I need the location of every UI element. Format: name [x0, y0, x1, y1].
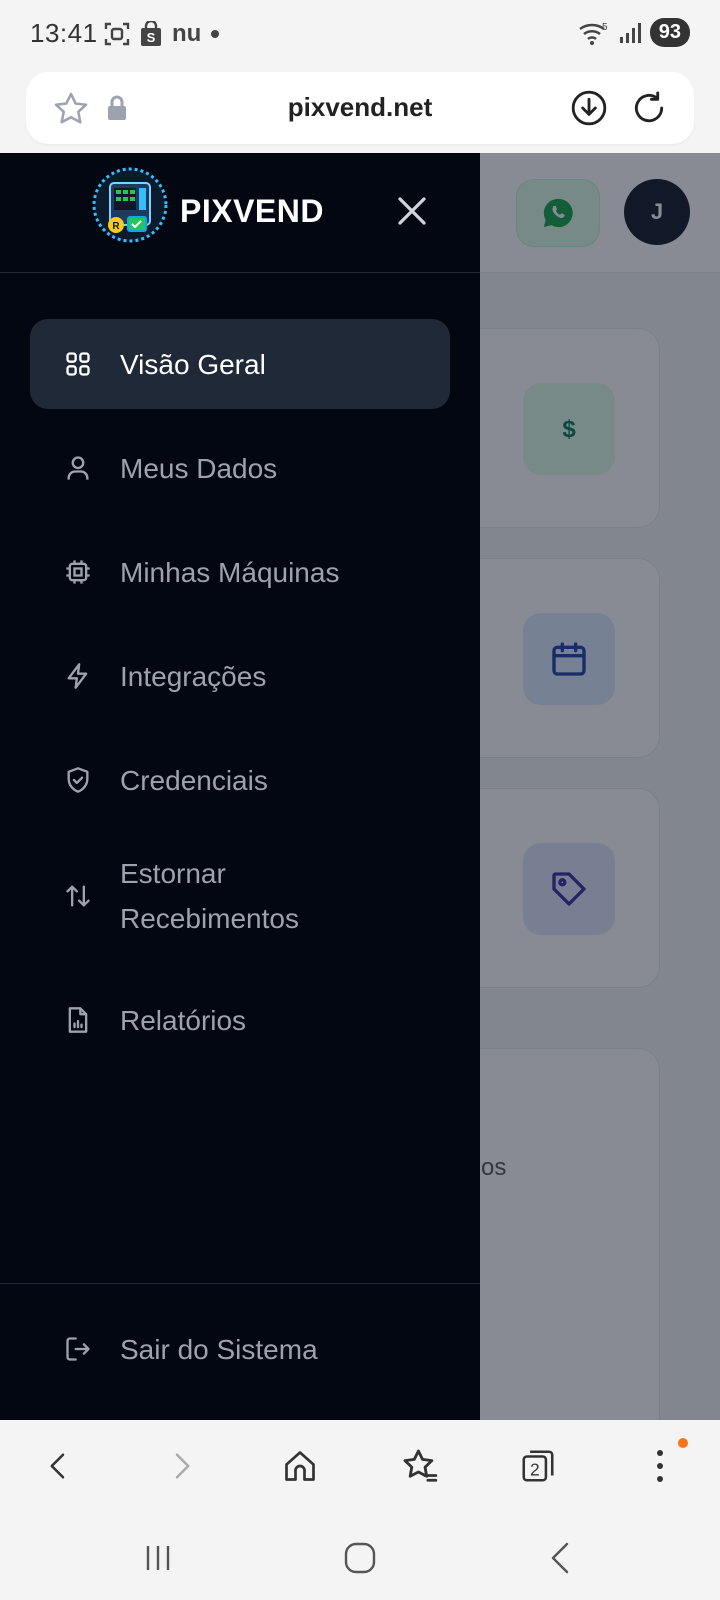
nav-label: Relatórios	[120, 1004, 247, 1036]
notification-badge	[678, 1438, 688, 1448]
status-icons-left: S nu	[104, 20, 220, 48]
logout-label: Sair do Sistema	[120, 1333, 318, 1365]
grid-icon	[64, 350, 92, 378]
notification-dot-icon	[211, 30, 220, 38]
nav-label: Credenciais	[120, 764, 268, 796]
wifi-label: 5	[602, 22, 608, 33]
recent-apps-icon[interactable]	[138, 1538, 178, 1578]
home-icon[interactable]	[278, 1444, 322, 1488]
nav-item-credenciais[interactable]: Credenciais	[30, 735, 450, 825]
user-icon	[64, 454, 92, 482]
nav-item-estornar-recebimentos[interactable]: Estornar Recebimentos	[30, 839, 450, 953]
nav-label: Integrações	[120, 660, 267, 692]
wifi-icon: 5	[579, 22, 608, 45]
cpu-icon	[64, 558, 92, 586]
nav-drawer: R PIXVEND Visão Geral Meus Dados Minhas …	[0, 153, 480, 1420]
download-icon[interactable]	[570, 89, 608, 127]
brand-name: PIXVEND	[180, 193, 324, 229]
logout-icon	[64, 1335, 92, 1363]
drawer-footer: Sair do Sistema	[0, 1283, 480, 1420]
system-navigation	[0, 1510, 720, 1600]
status-icons-right: 5 93	[578, 18, 690, 47]
logout-button[interactable]: Sair do Sistema	[30, 1304, 450, 1394]
status-bar: 13:41 S nu 5 93	[0, 0, 720, 66]
bookmarks-icon[interactable]	[398, 1444, 442, 1488]
battery-indicator: 93	[649, 18, 690, 47]
screenshot-icon	[104, 22, 130, 46]
browser-toolbar: 2	[0, 1420, 720, 1510]
lightning-icon	[64, 662, 92, 690]
nubank-icon: nu	[172, 20, 202, 47]
status-time: 13:41	[30, 18, 98, 48]
nav-label: Meus Dados	[120, 452, 278, 484]
tab-count: 2	[530, 1460, 540, 1480]
reload-icon[interactable]	[630, 89, 668, 127]
nav-item-integracoes[interactable]: Integrações	[30, 631, 450, 721]
nav-item-relatorios[interactable]: Relatórios	[30, 975, 450, 1065]
nav-item-meus-dados[interactable]: Meus Dados	[30, 423, 450, 513]
nav-label: Estornar Recebimentos	[120, 858, 299, 934]
nav-label: Visão Geral	[120, 348, 266, 380]
nav-label: Minhas Máquinas	[120, 556, 340, 588]
nav-item-minhas-maquinas[interactable]: Minhas Máquinas	[30, 527, 450, 617]
svg-text:R: R	[112, 221, 120, 232]
home-button-icon[interactable]	[340, 1538, 380, 1578]
forward-icon[interactable]	[160, 1444, 204, 1488]
system-back-icon[interactable]	[540, 1538, 580, 1578]
signal-icon	[619, 22, 641, 43]
nav-item-visao-geral[interactable]: Visão Geral	[30, 319, 450, 409]
shield-check-icon	[64, 766, 92, 794]
report-icon	[64, 1006, 92, 1034]
back-icon[interactable]	[36, 1444, 80, 1488]
pixvend-logo: R	[92, 167, 168, 243]
menu-icon[interactable]	[638, 1444, 682, 1488]
address-bar[interactable]: pixvend.net	[26, 72, 694, 144]
svg-text:S: S	[147, 30, 156, 45]
close-icon[interactable]	[394, 193, 430, 229]
shopping-bag-icon: S	[141, 21, 161, 46]
drawer-header: R PIXVEND	[0, 153, 480, 273]
tabs-icon[interactable]: 2	[516, 1444, 560, 1488]
arrows-up-down-icon	[64, 882, 92, 910]
